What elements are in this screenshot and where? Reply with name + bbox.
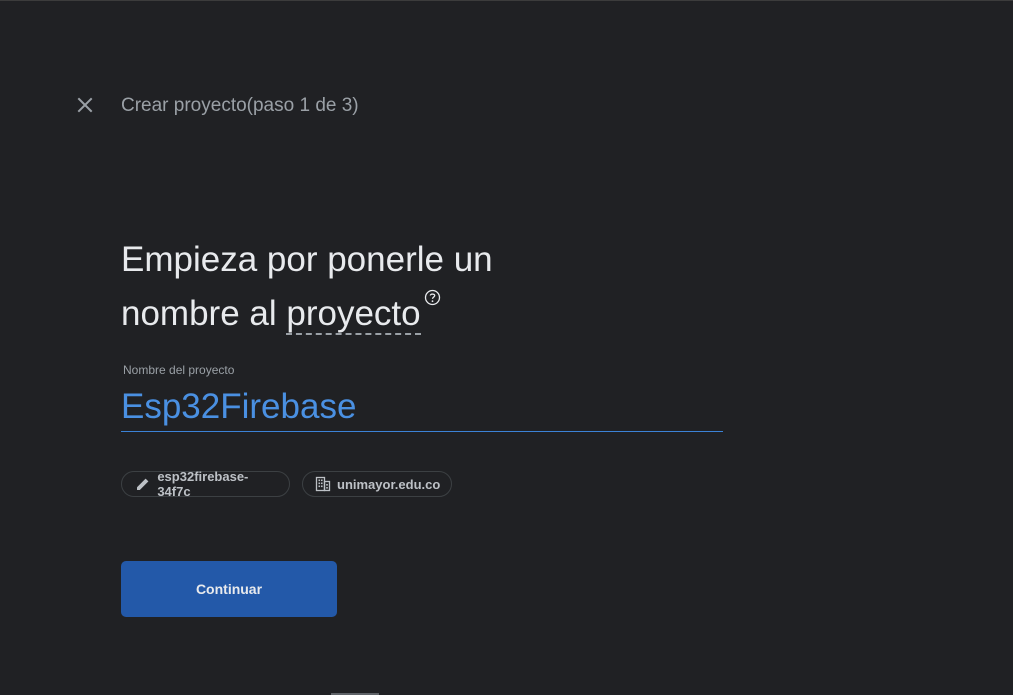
project-id-chip[interactable]: esp32firebase-34f7c — [121, 469, 290, 499]
create-project-page: Crear proyecto(paso 1 de 3) Empieza por … — [0, 0, 1013, 695]
project-name-input[interactable] — [121, 382, 723, 432]
close-icon — [77, 97, 93, 113]
organization-label: unimayor.edu.co — [337, 476, 441, 492]
project-id-label: esp32firebase-34f7c — [157, 469, 249, 499]
help-circle-icon[interactable] — [424, 289, 441, 306]
organization-chip[interactable]: unimayor.edu.co — [302, 471, 452, 497]
building-icon — [315, 475, 331, 493]
page-heading: Empieza por ponerle un nombre al proyect… — [121, 233, 581, 341]
close-button[interactable] — [73, 93, 97, 117]
project-help-link[interactable]: proyecto — [286, 294, 421, 335]
project-name-label: Nombre del proyecto — [123, 363, 235, 377]
pencil-icon — [134, 475, 151, 493]
continue-button[interactable]: Continuar — [121, 561, 337, 617]
step-title: Crear proyecto(paso 1 de 3) — [121, 95, 359, 116]
